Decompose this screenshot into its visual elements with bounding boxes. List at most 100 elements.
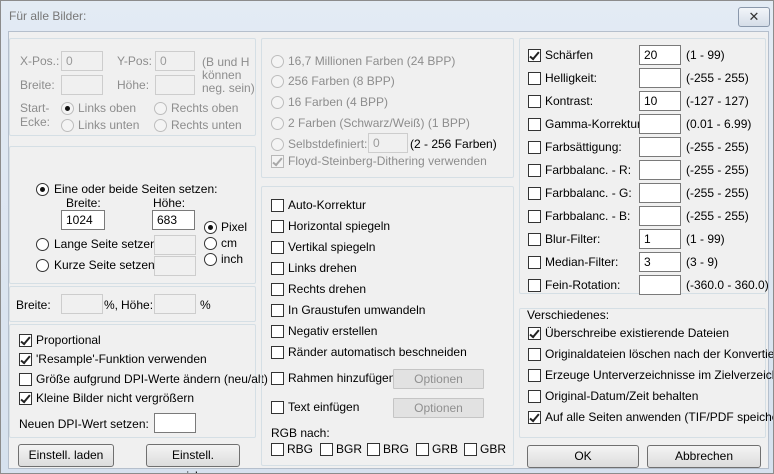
rgb-gbr-checkbox[interactable]	[464, 443, 477, 456]
dpi-change-checkbox[interactable]	[19, 373, 32, 386]
color-custom-radio[interactable]	[271, 138, 284, 151]
adjust-checkbox[interactable]	[528, 164, 541, 177]
rgb-bgr-checkbox[interactable]	[320, 443, 333, 456]
new-dpi-input[interactable]	[154, 413, 196, 433]
adjust-value-input[interactable]: 10	[639, 91, 681, 111]
pos-hoehe-label: Höhe:	[117, 78, 150, 92]
percent-hoehe-input[interactable]	[154, 294, 196, 314]
rgb-brg-checkbox[interactable]	[367, 443, 380, 456]
adjust-checkbox[interactable]	[528, 233, 541, 246]
corner-bottom-right-radio[interactable]	[154, 119, 167, 132]
color-2-radio[interactable]	[271, 117, 284, 130]
rgb-gbr-label: GBR	[480, 442, 507, 456]
adjust-checkbox[interactable]	[528, 72, 541, 85]
adjust-value-input[interactable]: 20	[639, 45, 681, 65]
percent-breite-input[interactable]	[61, 294, 103, 314]
resize-long-label: Lange Seite setzen:	[54, 237, 161, 251]
unit-inch-radio[interactable]	[204, 253, 217, 266]
autocrop-checkbox[interactable]	[271, 346, 284, 359]
adjust-range: (-255 - 255)	[686, 140, 749, 154]
resize-short-radio[interactable]	[36, 259, 49, 272]
color-256-radio[interactable]	[271, 75, 284, 88]
adjust-value-input[interactable]	[639, 137, 681, 157]
auto-correct-label: Auto-Korrektur	[288, 198, 367, 212]
hflip-checkbox[interactable]	[271, 220, 284, 233]
all-pages-checkbox[interactable]	[528, 411, 541, 424]
add-frame-checkbox[interactable]	[271, 372, 284, 385]
adjust-checkbox[interactable]	[528, 95, 541, 108]
adjust-value-input[interactable]: 1	[639, 229, 681, 249]
adjust-label: Blur-Filter:	[545, 232, 601, 246]
ypos-input[interactable]: 0	[155, 51, 195, 71]
no-enlarge-label: Kleine Bilder nicht vergrößern	[36, 391, 195, 405]
adjust-value-input[interactable]	[639, 114, 681, 134]
rotate-right-checkbox[interactable]	[271, 283, 284, 296]
adjust-value-input[interactable]	[639, 275, 681, 295]
overwrite-checkbox[interactable]	[528, 327, 541, 340]
adjust-checkbox[interactable]	[528, 187, 541, 200]
subdirs-checkbox[interactable]	[528, 369, 541, 382]
insert-text-checkbox[interactable]	[271, 401, 284, 414]
pos-breite-input[interactable]	[61, 75, 103, 95]
adjust-value-input[interactable]	[639, 160, 681, 180]
resize-width-input[interactable]: 1024	[61, 210, 105, 230]
percent-breite-label: Breite:	[16, 298, 51, 312]
all-pages-label: Auf alle Seiten anwenden (TIF/PDF speich…	[545, 410, 774, 424]
subdirs-label: Erzeuge Unterverzeichnisse im Zielverzei…	[545, 368, 774, 382]
close-button[interactable]: ✕	[738, 7, 770, 27]
corner-bottom-left-radio[interactable]	[61, 119, 74, 132]
xpos-input[interactable]: 0	[61, 51, 103, 71]
resample-checkbox[interactable]	[19, 353, 32, 366]
dither-checkbox[interactable]	[271, 155, 284, 168]
grayscale-checkbox[interactable]	[271, 304, 284, 317]
vflip-checkbox[interactable]	[271, 241, 284, 254]
adjust-value-input[interactable]: 3	[639, 252, 681, 272]
save-settings-button[interactable]: Einstell. speichern	[146, 444, 240, 473]
resize-long-radio[interactable]	[36, 238, 49, 251]
insert-text-label: Text einfügen	[288, 400, 360, 414]
adjust-value-input[interactable]	[639, 68, 681, 88]
misc-title: Verschiedenes:	[527, 308, 610, 322]
text-options-button[interactable]: Optionen	[393, 398, 484, 418]
color-custom-input[interactable]: 0	[368, 133, 408, 153]
resize-long-input[interactable]	[154, 235, 196, 255]
dpi-change-label: Größe aufgrund DPI-Werte ändern (neu/alt…	[36, 372, 268, 386]
adjust-checkbox[interactable]	[528, 49, 541, 62]
unit-cm-radio[interactable]	[204, 237, 217, 250]
negative-checkbox[interactable]	[271, 325, 284, 338]
resize-height-input[interactable]: 683	[152, 210, 195, 230]
adjust-checkbox[interactable]	[528, 118, 541, 131]
delete-orig-checkbox[interactable]	[528, 348, 541, 361]
adjust-checkbox[interactable]	[528, 141, 541, 154]
load-settings-button[interactable]: Einstell. laden	[18, 444, 114, 467]
color-24bpp-radio[interactable]	[271, 55, 284, 68]
ok-button[interactable]: OK	[527, 445, 639, 468]
rgb-grb-checkbox[interactable]	[416, 443, 429, 456]
keep-date-checkbox[interactable]	[528, 390, 541, 403]
pos-hoehe-input[interactable]	[155, 75, 195, 95]
rgb-rbg-checkbox[interactable]	[271, 443, 284, 456]
auto-correct-checkbox[interactable]	[271, 199, 284, 212]
adjust-checkbox[interactable]	[528, 210, 541, 223]
proportional-checkbox[interactable]	[19, 334, 32, 347]
resize-short-input[interactable]	[154, 256, 196, 276]
adjust-label: Farbbalanc. - B:	[545, 209, 631, 223]
adjust-checkbox[interactable]	[528, 256, 541, 269]
corner-top-right-radio[interactable]	[154, 102, 167, 115]
rotate-left-checkbox[interactable]	[271, 262, 284, 275]
color-16-radio[interactable]	[271, 96, 284, 109]
start-corner-label-1: Start-	[20, 101, 50, 115]
unit-pixel-radio[interactable]	[204, 221, 217, 234]
cancel-button[interactable]: Abbrechen	[647, 445, 761, 468]
adjust-value-input[interactable]	[639, 206, 681, 226]
rgb-bgr-label: BGR	[336, 442, 363, 456]
frame-options-button[interactable]: Optionen	[393, 369, 484, 389]
corner-top-left-radio[interactable]	[61, 102, 74, 115]
no-enlarge-checkbox[interactable]	[19, 392, 32, 405]
adjust-value-input[interactable]	[639, 183, 681, 203]
position-hint-3: neg. sein)	[202, 81, 255, 95]
adjust-checkbox[interactable]	[528, 279, 541, 292]
color-24bpp-label: 16,7 Millionen Farben (24 BPP)	[288, 54, 456, 68]
resize-both-radio[interactable]	[36, 183, 49, 196]
adjust-label: Fein-Rotation:	[545, 278, 621, 292]
